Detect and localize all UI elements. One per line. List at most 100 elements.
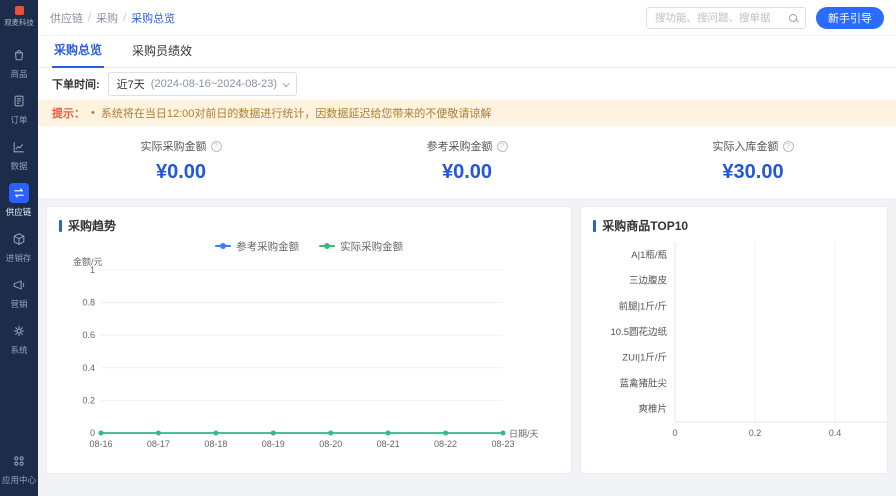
top10-chart: 0 0.2 0.4 A|1瓶/瓶三边腹皮前腿|1斤/斤 10.5圆花边纸 ZUI|1斤/斤… [611,242,888,438]
sidebar: 观麦科技 商品订单数据供应链进销存营销系统 应用中心 [0,0,38,496]
svg-text:三边腹皮: 三边腹皮 [629,275,668,287]
logo-icon [14,6,24,15]
top10-panel-title: 采购商品TOP10 [593,217,875,234]
breadcrumb-item: 采购总览 [131,12,176,25]
trend-chart: 00.20.40.60.81金额/元08-16 08-17 08-18 08-19 08… [73,256,539,449]
sidebar-item-label: 商品 [10,69,28,79]
inventory-icon [9,229,29,249]
legend-marker [319,243,336,249]
marketing-icon [9,275,29,295]
app-center-icon [9,451,29,471]
notice-bar: 提示： • 系统将在当日12:00对前日的数据进行统计，因数据延迟给您带来的不便… [38,100,896,126]
sidebar-item-data[interactable]: 数据 [0,134,38,175]
sidebar-item-label: 进销存 [6,253,32,263]
svg-text:0.8: 0.8 [82,298,95,308]
svg-text:日期/天: 日期/天 [509,429,539,439]
svg-text:蓝禽猪肚尖: 蓝禽猪肚尖 [620,377,668,389]
title-accent-bar [593,219,597,232]
sidebar-item-label: 营销 [10,299,28,309]
metric-reference-purchase: 参考采购金额? ¥0.00 [324,138,610,184]
logo-text: 观麦科技 [4,18,34,27]
svg-text:08-22: 08-22 [434,439,457,449]
charts-section: 采购趋势 参考采购金额 实际采购金额 0 0.2 0.4 0.6 0.8 1 金额/元 08-1… [38,198,896,496]
chart-legend: 参考采购金额 实际采购金额 [59,238,559,254]
filter-row: 下单时间: 近7天 (2024-08-16~2024-08-23) [38,68,896,100]
legend-marker [215,243,232,249]
chevron-down-icon [282,79,290,87]
orders-icon [9,91,29,111]
notice-prefix: 提示： [52,108,85,120]
trend-panel: 采购趋势 参考采购金额 实际采购金额 0 0.2 0.4 0.6 0.8 1 金额/元 08-1… [46,206,573,474]
svg-text:ZUI|1斤/斤: ZUI|1斤/斤 [623,353,668,364]
bullet-icon: • [91,107,95,119]
search-icon[interactable] [789,13,797,22]
metric-label: 参考采购金额? [427,138,508,154]
sidebar-item-label: 系统 [10,345,28,355]
svg-text:金额/元: 金额/元 [73,256,103,267]
svg-text:08-20: 08-20 [319,439,342,449]
sidebar-item-label: 订单 [10,115,28,125]
svg-text:前腿|1斤/斤: 前腿|1斤/斤 [619,300,667,312]
topbar-right: 新手引导 [646,6,884,29]
svg-text:0: 0 [90,428,95,438]
svg-text:0.2: 0.2 [749,428,762,438]
sidebar-nav: 商品订单数据供应链进销存营销系统 [0,42,38,359]
app-logo: 观麦科技 [3,6,35,28]
overview-header-block: 采购总览 采购员绩效 下单时间: 近7天 (2024-08-16~2024-08-… [38,36,896,198]
info-icon[interactable]: ? [496,140,508,152]
title-accent-bar [59,219,62,232]
search-input[interactable] [655,11,789,24]
svg-text:0.4: 0.4 [829,428,842,438]
date-range-select[interactable]: 近7天 (2024-08-16~2024-08-23) [107,72,298,96]
sidebar-item-label: 供应链 [6,207,32,217]
info-icon[interactable]: ? [782,140,794,152]
info-icon[interactable]: ? [210,140,222,152]
app-root: 观麦科技 商品订单数据供应链进销存营销系统 应用中心 供应链/采购/采购总览 新… [0,0,896,496]
date-range-value: 近7天 [116,79,145,91]
breadcrumb-item[interactable]: 采购 [96,10,118,26]
guide-button[interactable]: 新手引导 [816,6,884,29]
goods-icon [9,45,29,65]
panel-title-text: 采购趋势 [68,219,117,233]
sidebar-item-goods[interactable]: 商品 [0,42,38,83]
svg-text:0: 0 [673,428,678,438]
date-range-detail: (2024-08-16~2024-08-23) [150,78,278,90]
tab-buyer-performance[interactable]: 采购员绩效 [130,35,194,67]
topbar: 供应链 / 采购 / 采购总览 新手引导 [38,0,896,36]
supply-chain-icon [9,183,29,203]
sidebar-item-inventory[interactable]: 进销存 [0,226,38,267]
app-center-label: 应用中心 [1,475,37,485]
main-area: 供应链 / 采购 / 采购总览 新手引导 采购总览采购员绩效 下单时间: 近7天 (20… [38,0,896,496]
sidebar-item-marketing[interactable]: 营销 [0,272,38,313]
svg-text:0.4: 0.4 [82,363,95,373]
sidebar-item-system[interactable]: 系统 [0,318,38,359]
metric-value: ¥0.00 [441,161,493,183]
metric-actual-inbound: 实际入库金额? ¥30.00 [610,138,896,184]
sidebar-item-label: 数据 [10,161,28,171]
tab-purchase-overview[interactable]: 采购总览 [52,34,105,68]
search-box[interactable] [646,6,806,29]
svg-text:0.6: 0.6 [82,330,95,340]
sidebar-item-app-center[interactable]: 应用中心 [1,451,37,486]
svg-text:0.2: 0.2 [82,395,95,405]
svg-text:08-19: 08-19 [262,439,285,449]
breadcrumb-item[interactable]: 供应链 [50,10,83,26]
legend-item[interactable]: 实际采购金额 [319,239,403,254]
metrics-row: 实际采购金额? ¥0.00 参考采购金额? ¥0.00 实际入库金额? ¥30.00 [38,126,896,198]
legend-item[interactable]: 参考采购金额 [215,239,299,254]
metric-value: ¥30.00 [722,161,784,183]
top10-panel: 采购商品TOP10 0 0.2 0.4 A|1瓶/瓶 三边腹皮前腿|1斤/斤 10.5圆花… [580,206,888,474]
svg-text:10.5圆花边纸: 10.5圆花边纸 [611,326,668,338]
metric-value: ¥0.00 [155,161,207,183]
metric-actual-purchase: 实际采购金额? ¥0.00 [38,138,324,184]
breadcrumb-separator: / [123,11,127,24]
data-icon [9,137,29,157]
sidebar-item-supply-chain[interactable]: 供应链 [0,180,38,221]
system-icon [9,321,29,341]
svg-text:08-17: 08-17 [147,439,170,449]
svg-text:A|1瓶/瓶: A|1瓶/瓶 [632,249,668,261]
metric-label: 实际采购金额? [141,138,222,154]
sidebar-item-orders[interactable]: 订单 [0,88,38,129]
metric-label: 实际入库金额? [713,138,794,154]
breadcrumb-separator: / [88,11,92,24]
